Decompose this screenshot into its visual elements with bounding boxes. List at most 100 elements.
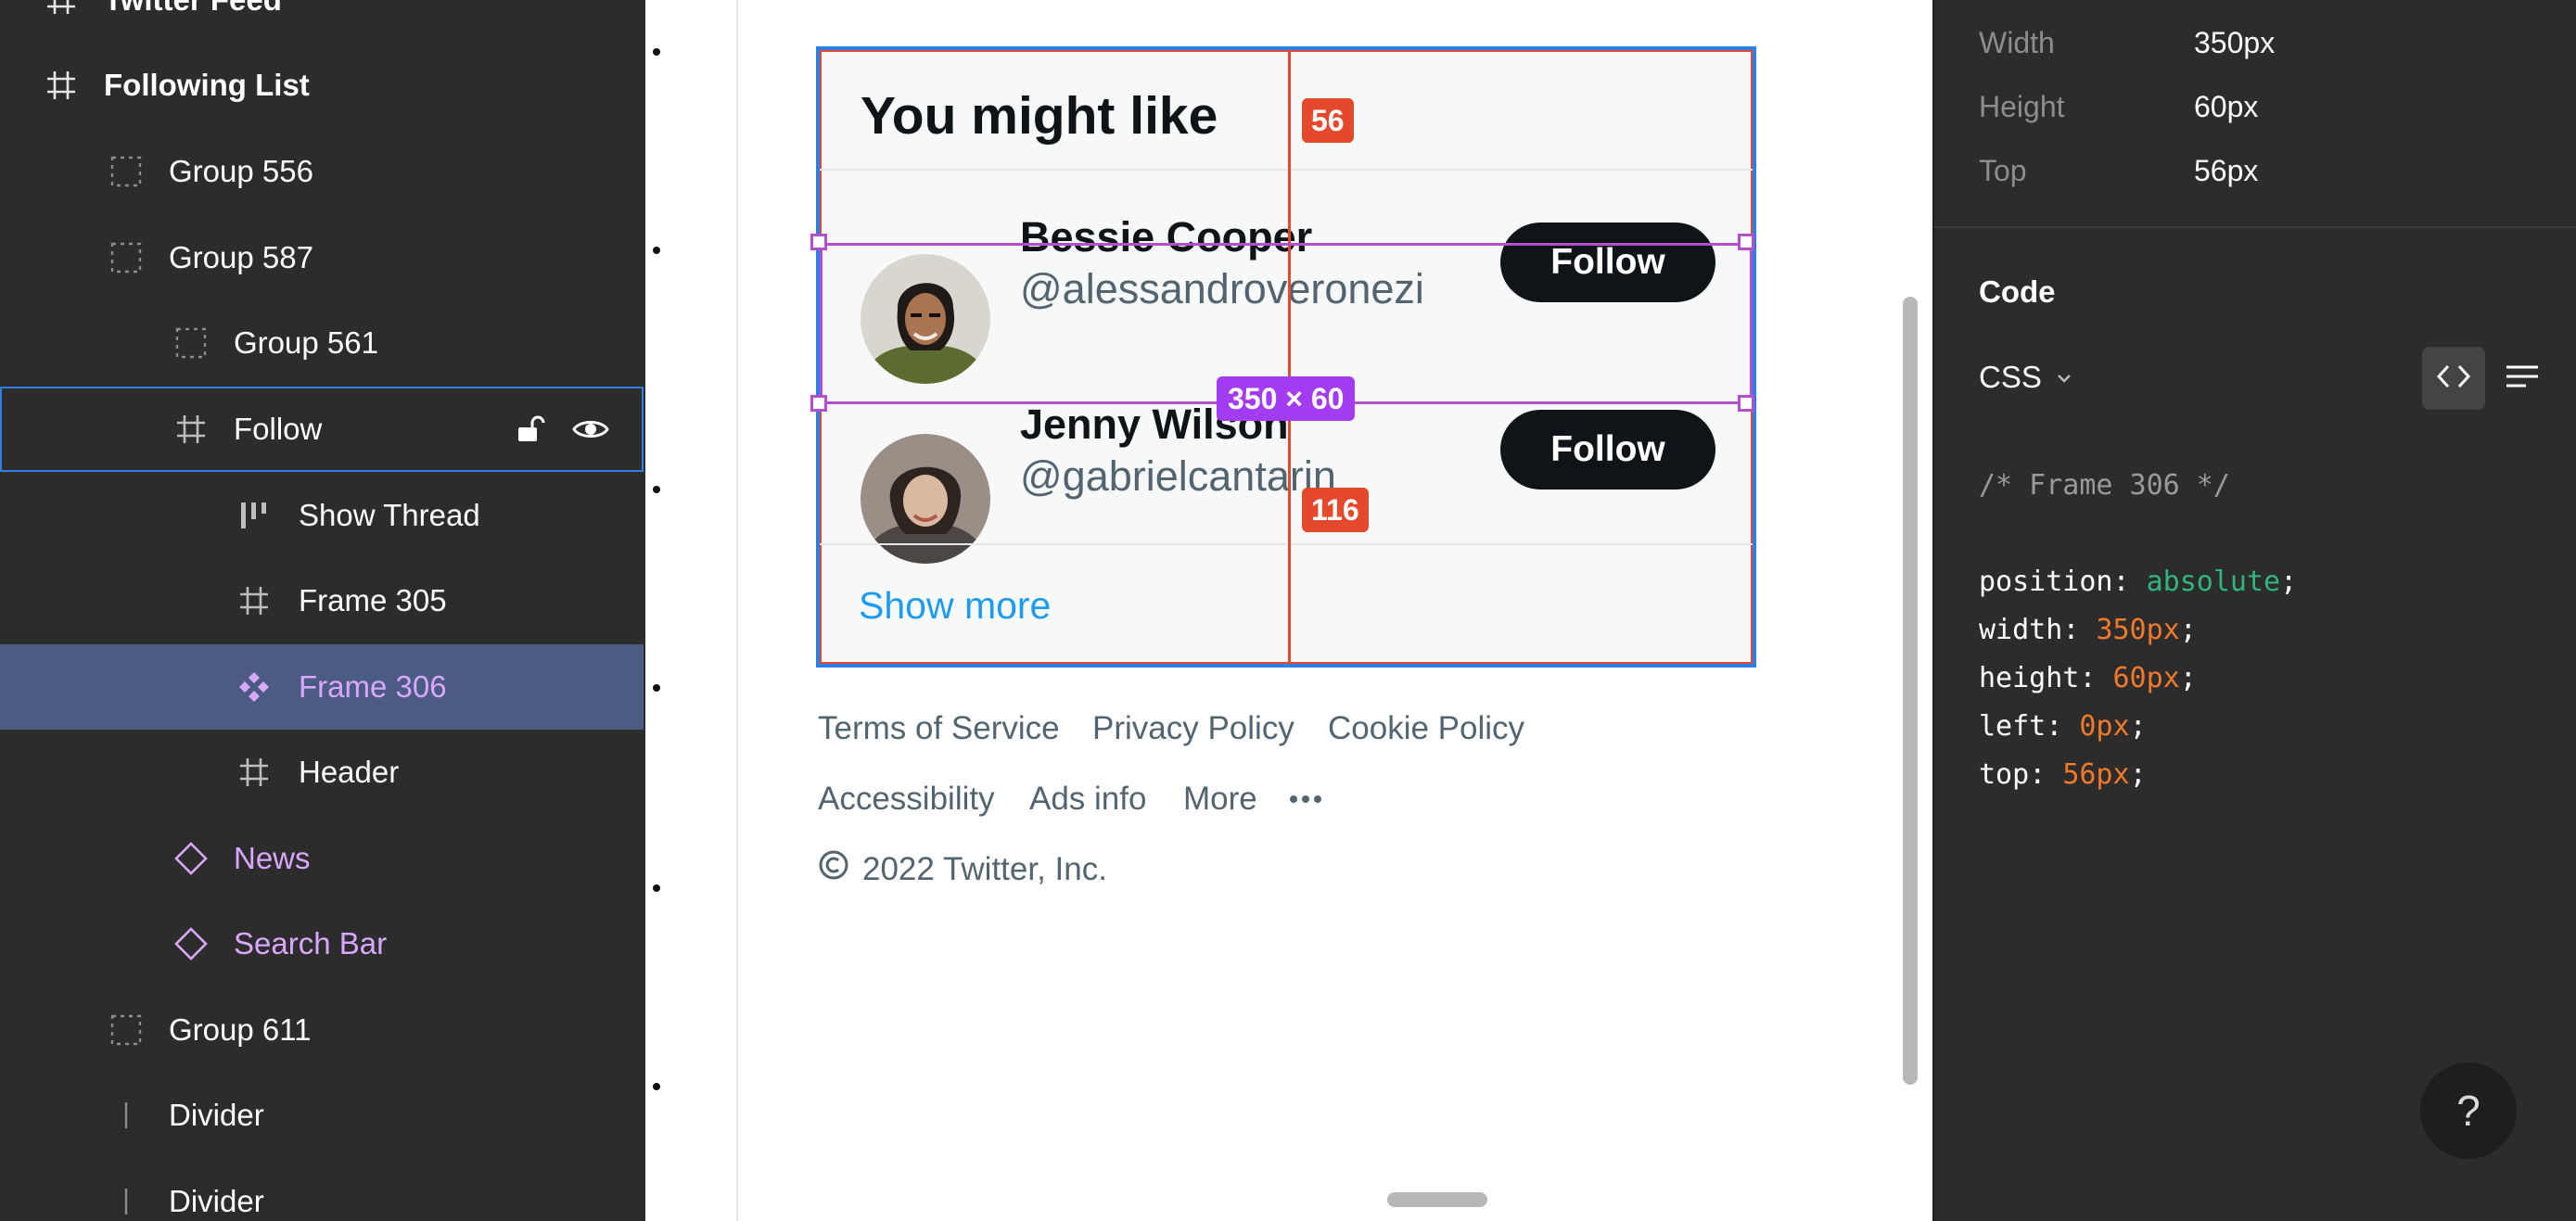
- layer-label: Group 611: [169, 1012, 312, 1047]
- layer-header[interactable]: Header: [0, 730, 644, 815]
- component-icon: [236, 668, 273, 706]
- resize-handle[interactable]: [810, 234, 827, 250]
- divider: [820, 543, 1753, 545]
- group-icon: [172, 324, 210, 362]
- eye-icon[interactable]: [571, 413, 610, 445]
- layer-label: Group 561: [234, 325, 378, 360]
- code-view-toggle[interactable]: [2422, 347, 2485, 410]
- user-name: Bessie Cooper: [1020, 213, 1313, 261]
- frame-icon: [172, 411, 210, 448]
- copyright-icon: [818, 849, 849, 889]
- frame-icon: [236, 582, 273, 619]
- height-value[interactable]: 60px: [2194, 90, 2258, 124]
- cookie-link[interactable]: Cookie Policy: [1328, 710, 1524, 747]
- copyright-text: 2022 Twitter, Inc.: [862, 850, 1107, 887]
- divider: [820, 169, 1753, 171]
- frame-icon: [43, 0, 80, 19]
- resize-handle[interactable]: [810, 395, 827, 412]
- layer-divider[interactable]: Divider: [0, 1159, 644, 1221]
- layer-follow[interactable]: Follow: [0, 387, 644, 472]
- chevron-down-icon: [2055, 360, 2073, 395]
- code-prop: width: [1979, 614, 2063, 646]
- layer-label: Following List: [104, 68, 310, 102]
- privacy-link[interactable]: Privacy Policy: [1092, 710, 1294, 747]
- ellipsis-icon[interactable]: [1289, 777, 1322, 822]
- layer-twitter-feed[interactable]: Twitter Feed: [0, 0, 644, 43]
- width-value[interactable]: 350px: [2194, 26, 2275, 60]
- group-icon: [108, 1011, 145, 1049]
- language-select[interactable]: CSS: [1979, 360, 2073, 395]
- bullet-dot: [653, 247, 660, 254]
- frame-icon: [43, 67, 80, 104]
- design-canvas[interactable]: You might like Bessie Cooper @alessandro…: [645, 0, 1932, 1221]
- auto-layout-icon: [236, 497, 273, 534]
- layer-label: Divider: [169, 1098, 264, 1132]
- height-label: Height: [1979, 90, 2065, 123]
- layer-group-561[interactable]: Group 561: [0, 300, 644, 386]
- code-section-title: Code: [1979, 274, 2056, 309]
- instance-icon: [172, 840, 210, 877]
- show-more-link[interactable]: Show more: [859, 584, 1051, 628]
- you-might-like-card[interactable]: You might like Bessie Cooper @alessandro…: [810, 46, 1756, 668]
- code-prop: position: [1979, 566, 2113, 598]
- follow-button[interactable]: Follow: [1500, 223, 1715, 302]
- width-label: Width: [1979, 26, 2055, 59]
- code-value: 60px: [2112, 662, 2180, 694]
- accessibility-link[interactable]: Accessibility: [818, 781, 995, 818]
- layer-frame-305[interactable]: Frame 305: [0, 558, 644, 643]
- frame-edge: [736, 0, 738, 1221]
- ads-info-link[interactable]: Ads info: [1029, 781, 1146, 818]
- code-line: top: 56px;: [1979, 758, 2147, 791]
- line-icon: [108, 1183, 145, 1220]
- layer-group-556[interactable]: Group 556: [0, 129, 644, 214]
- layer-label: Twitter Feed: [104, 0, 282, 18]
- follow-button[interactable]: Follow: [1500, 410, 1715, 490]
- bullet-dot: [653, 486, 660, 493]
- code-comment: /* Frame 306 */: [1979, 469, 2230, 502]
- user-handle: @gabrielcantarin: [1020, 452, 1336, 500]
- group-icon: [108, 239, 145, 276]
- group-icon: [108, 153, 145, 190]
- layer-label: Follow: [234, 412, 323, 446]
- line-icon: [108, 1097, 145, 1134]
- more-link[interactable]: More: [1183, 781, 1257, 818]
- frame-icon: [236, 754, 273, 791]
- help-button[interactable]: ?: [2420, 1062, 2517, 1159]
- wrap-lines-toggle[interactable]: [2502, 358, 2543, 399]
- size-badge: 350 × 60: [1217, 376, 1356, 421]
- unlock-icon[interactable]: [514, 413, 545, 445]
- layer-news[interactable]: News: [0, 816, 644, 901]
- resize-handle[interactable]: [1738, 234, 1754, 250]
- layer-label: Search Bar: [234, 926, 388, 960]
- resize-handle[interactable]: [1738, 395, 1754, 412]
- code-line: position: absolute;: [1979, 566, 2298, 598]
- bullet-dot: [653, 1083, 660, 1090]
- layer-group-611[interactable]: Group 611: [0, 987, 644, 1073]
- bullet-dot: [653, 684, 660, 692]
- code-line: height: 60px;: [1979, 662, 2197, 694]
- layer-group-587[interactable]: Group 587: [0, 215, 644, 300]
- top-value[interactable]: 56px: [2194, 154, 2258, 188]
- instance-icon: [172, 925, 210, 962]
- code-value: 350px: [2096, 614, 2180, 646]
- terms-link[interactable]: Terms of Service: [818, 710, 1060, 747]
- layer-search-bar[interactable]: Search Bar: [0, 901, 644, 986]
- layer-divider[interactable]: Divider: [0, 1073, 644, 1158]
- layer-following-list[interactable]: Following List: [0, 43, 644, 128]
- measurement-guide: [1288, 50, 1291, 664]
- code-value: 0px: [2079, 710, 2130, 743]
- avatar[interactable]: [861, 254, 990, 384]
- horizontal-scrollbar[interactable]: [1387, 1192, 1487, 1207]
- top-offset-badge: 56: [1302, 98, 1354, 143]
- layer-label: News: [234, 841, 311, 875]
- code-line: left: 0px;: [1979, 710, 2147, 743]
- code-value: 56px: [2062, 758, 2130, 791]
- code-prop: top: [1979, 758, 2030, 791]
- layer-label: Show Thread: [299, 498, 480, 532]
- code-prop: left: [1979, 710, 2047, 743]
- vertical-scrollbar[interactable]: [1903, 297, 1918, 1085]
- layer-show-thread[interactable]: Show Thread: [0, 473, 644, 558]
- layer-frame-306[interactable]: Frame 306: [0, 644, 644, 730]
- layer-label: Header: [299, 755, 400, 789]
- layer-label: Frame 306: [299, 669, 447, 704]
